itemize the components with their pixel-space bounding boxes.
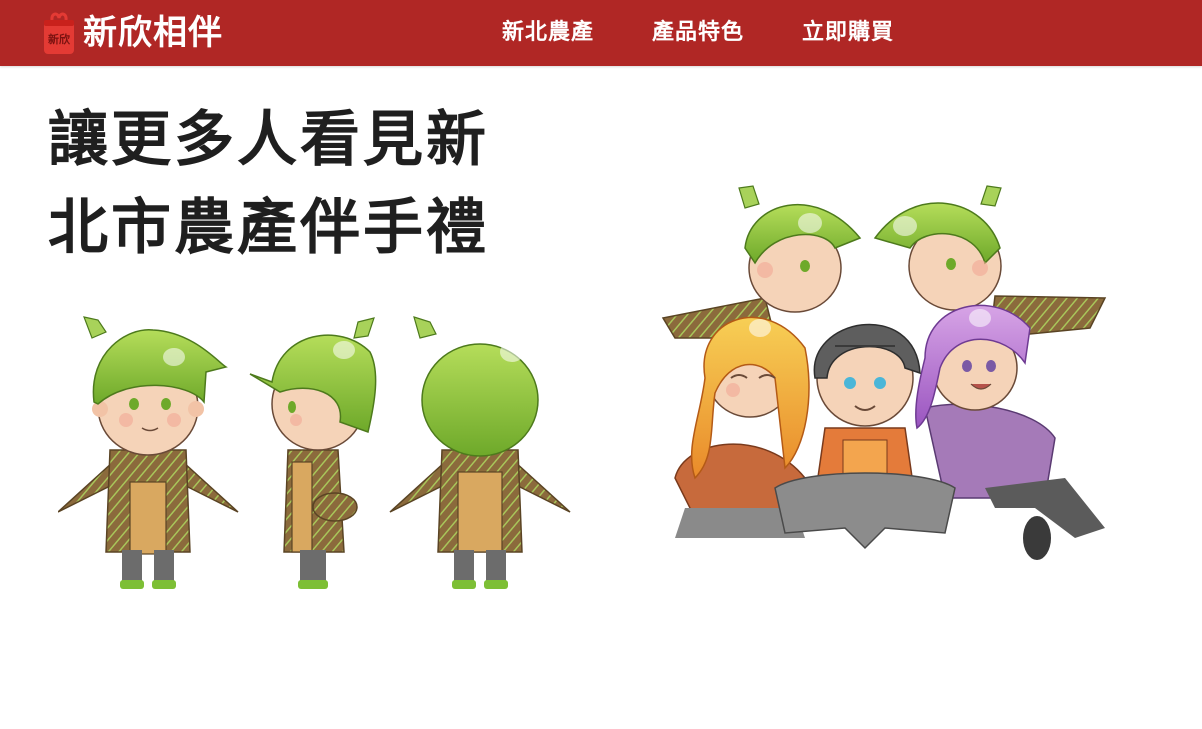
mascot-group-image — [661, 185, 1107, 560]
mascot-turnaround-image — [58, 316, 571, 589]
mascot-back-view — [389, 316, 571, 589]
green-mascot-back-left — [661, 185, 862, 339]
hero-title-line-1: 讓更多人看見新 — [48, 105, 489, 175]
hero-title-line-2: 北市農產伴手禮 — [48, 193, 489, 263]
logo-text: 新欣 — [48, 32, 71, 46]
mascot-side-view — [249, 317, 377, 589]
nav-link-product-features[interactable]: 產品特色 — [652, 0, 744, 66]
nav-link-new-taipei-produce[interactable]: 新北農產 — [502, 0, 594, 66]
gift-bag-icon: 新欣 — [44, 12, 74, 54]
nav-link-buy-now[interactable]: 立即購買 — [802, 0, 894, 66]
brand-name: 新欣相伴 — [83, 13, 223, 53]
brand-home-link[interactable]: 新欣 新欣相伴 — [41, 8, 223, 58]
hero-title: 讓更多人看見新 北市農產伴手禮 — [48, 96, 568, 272]
top-navbar: 新欣 新欣相伴 新北農產 產品特色 立即購買 — [0, 0, 1202, 66]
mascot-front-view — [58, 316, 239, 589]
main-nav: 新北農產 產品特色 立即購買 — [502, 0, 894, 66]
